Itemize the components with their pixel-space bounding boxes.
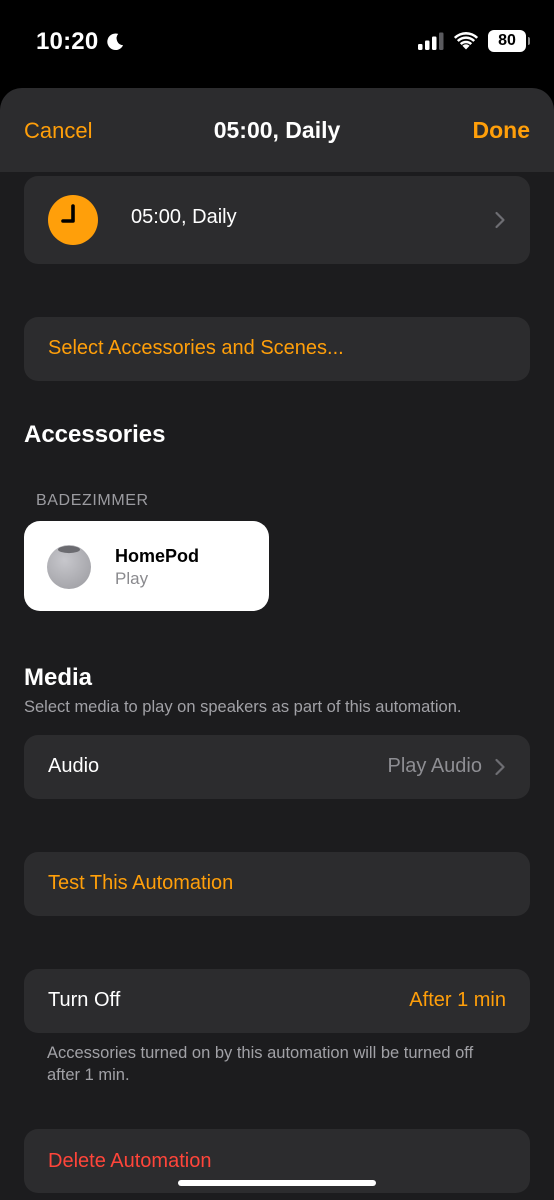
trigger-label: 05:00, Daily <box>131 206 237 228</box>
status-time-group: 10:20 <box>36 28 126 56</box>
automation-sheet: Cancel 05:00, Daily Done 05:00, Daily Se… <box>0 88 554 1200</box>
battery-level: 80 <box>498 32 516 49</box>
media-heading: Media <box>24 664 93 691</box>
turn-off-footnote: Accessories turned on by this automation… <box>47 1044 474 1084</box>
status-time: 10:20 <box>36 28 99 55</box>
home-indicator[interactable] <box>178 1180 376 1186</box>
cellular-signal-icon <box>418 32 444 50</box>
battery-cap <box>528 37 530 45</box>
media-subtitle: Select media to play on speakers as part… <box>24 698 462 716</box>
select-accessories-button[interactable]: Select Accessories and Scenes... <box>24 317 530 381</box>
screen: 10:20 80 Cancel 05:00, Daily Done 05:00,… <box>0 0 554 1200</box>
chevron-right-icon <box>495 211 505 229</box>
homepod-mini-icon <box>47 545 91 589</box>
test-automation-label: Test This Automation <box>48 872 234 894</box>
room-label: BADEZIMMER <box>36 492 149 509</box>
accessories-heading: Accessories <box>24 421 166 448</box>
delete-automation-label: Delete Automation <box>48 1150 212 1172</box>
wifi-icon <box>453 32 479 50</box>
moon-icon <box>107 33 124 51</box>
nav-bar: Cancel 05:00, Daily Done <box>0 88 554 172</box>
chevron-right-icon <box>495 758 505 776</box>
cancel-button[interactable]: Cancel <box>24 118 92 144</box>
test-automation-button[interactable]: Test This Automation <box>24 852 530 916</box>
status-bar: 10:20 80 <box>0 0 554 88</box>
audio-value: Play Audio <box>387 755 482 777</box>
accessory-status: Play <box>115 569 149 588</box>
trigger-row[interactable]: 05:00, Daily <box>24 176 530 264</box>
accessory-name: HomePod <box>115 546 200 566</box>
turn-off-value: After 1 min <box>409 989 506 1011</box>
done-button[interactable]: Done <box>473 117 531 144</box>
audio-row[interactable]: Audio Play Audio <box>24 735 530 799</box>
status-icons: 80 <box>418 30 530 52</box>
turn-off-label: Turn Off <box>48 989 121 1011</box>
clock-icon <box>48 195 98 245</box>
audio-label: Audio <box>48 755 100 777</box>
accessory-tile-homepod[interactable]: HomePod Play <box>24 521 269 611</box>
turn-off-row[interactable]: Turn Off After 1 min <box>24 969 530 1033</box>
select-accessories-label: Select Accessories and Scenes... <box>48 337 344 359</box>
battery-icon: 80 <box>488 30 530 52</box>
